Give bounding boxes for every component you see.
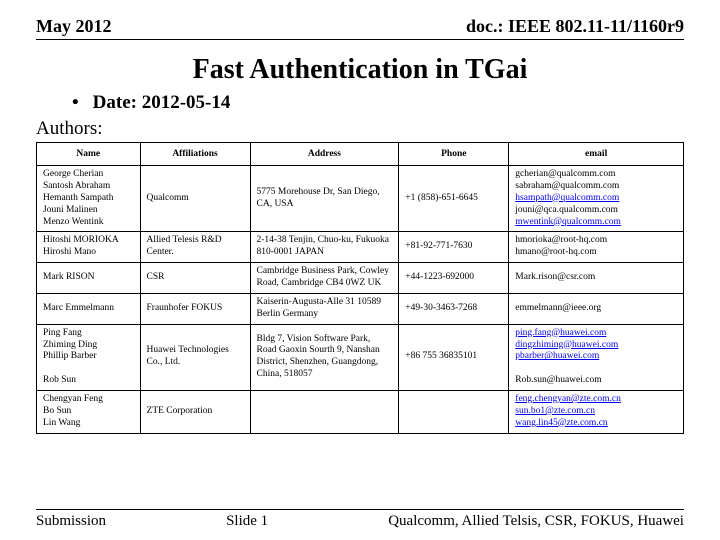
email[interactable]: dingzhiming@huawei.com [515, 340, 677, 352]
emails: feng.chengyan@zte.com.cnsun.bo1@zte.com.… [509, 391, 684, 434]
address [250, 391, 399, 434]
author-names: Ping FangZhiming DingPhillip Barber Rob … [37, 324, 141, 390]
emails: hmorioka@root-hq.comhmano@root-hq.com [509, 232, 684, 263]
date-label: Date: [93, 92, 137, 113]
email [515, 363, 677, 375]
slide-footer: Submission Slide 1 Qualcomm, Allied Tels… [36, 509, 684, 530]
author-name: Rob Sun [43, 375, 134, 387]
affiliation: ZTE Corporation [140, 391, 250, 434]
header-docnum: doc.: IEEE 802.11-11/1160r9 [466, 16, 684, 37]
col-name: Name [37, 143, 141, 166]
email: Mark.rison@csr.com [515, 272, 677, 284]
emails: emmelmann@ieee.org [509, 293, 684, 324]
author-name: Mark RISON [43, 272, 134, 284]
address: 5775 Morehouse Dr, San Diego, CA, USA [250, 166, 399, 232]
author-names: Hitoshi MORIOKAHiroshi Mano [37, 232, 141, 263]
table-row: Mark RISON CSRCambridge Business Park, Co… [37, 263, 684, 294]
author-name: Hemanth Sampath [43, 193, 134, 205]
address: Bldg 7, Vision Software Park, Road Gaoxi… [250, 324, 399, 390]
phone: +44-1223-692000 [399, 263, 509, 294]
author-name: Hiroshi Mano [43, 247, 134, 259]
slide-header: May 2012 doc.: IEEE 802.11-11/1160r9 [36, 16, 684, 40]
col-affil: Affiliations [140, 143, 250, 166]
author-name: Ping Fang [43, 328, 134, 340]
date-value: 2012-05-14 [142, 92, 231, 113]
slide-page: May 2012 doc.: IEEE 802.11-11/1160r9 Fas… [0, 0, 720, 540]
phone: +81-92-771-7630 [399, 232, 509, 263]
emails: ping.fang@huawei.comdingzhiming@huawei.c… [509, 324, 684, 390]
email[interactable]: sun.bo1@zte.com.cn [515, 406, 677, 418]
page-title: Fast Authentication in TGai [36, 54, 684, 86]
email: hmorioka@root-hq.com [515, 235, 677, 247]
author-name: Jouni Malinen [43, 205, 134, 217]
phone: +1 (858)-651-6645 [399, 166, 509, 232]
email: hmano@root-hq.com [515, 247, 677, 259]
footer-left: Submission [36, 513, 106, 530]
email[interactable]: pbarber@huawei.com [515, 351, 677, 363]
email[interactable]: ping.fang@huawei.com [515, 328, 677, 340]
author-name: Santosh Abraham [43, 181, 134, 193]
email: gcherian@qualcomm.com [515, 169, 677, 181]
author-names: George CherianSantosh AbrahamHemanth Sam… [37, 166, 141, 232]
phone [399, 391, 509, 434]
author-names: Mark RISON [37, 263, 141, 294]
table-row: Chengyan FengBo SunLin WangZTE Corporati… [37, 391, 684, 434]
header-date: May 2012 [36, 16, 112, 37]
author-name: Lin Wang [43, 418, 134, 430]
affiliation: CSR [140, 263, 250, 294]
emails: gcherian@qualcomm.comsabraham@qualcomm.c… [509, 166, 684, 232]
author-name: Phillip Barber [43, 351, 134, 363]
address: 2-14-38 Tenjin, Chuo-ku, Fukuoka 810-000… [250, 232, 399, 263]
author-name: Zhiming Ding [43, 340, 134, 352]
table-row: Hitoshi MORIOKAHiroshi ManoAllied Telesi… [37, 232, 684, 263]
email: emmelmann@ieee.org [515, 303, 677, 315]
email[interactable]: feng.chengyan@zte.com.cn [515, 394, 677, 406]
col-email: email [509, 143, 684, 166]
table-header-row: Name Affiliations Address Phone email [37, 143, 684, 166]
affiliation: Huawei Technologies Co., Ltd. [140, 324, 250, 390]
col-phone: Phone [399, 143, 509, 166]
author-name: Hitoshi MORIOKA [43, 235, 134, 247]
date-line: • Date: 2012-05-14 [72, 92, 684, 114]
footer-center: Slide 1 [226, 513, 268, 530]
address: Kaiserin-Augusta-Alle 31 10589 Berlin Ge… [250, 293, 399, 324]
address: Cambridge Business Park, Cowley Road, Ca… [250, 263, 399, 294]
email: jouni@qca.qualcomm.com [515, 205, 677, 217]
email: sabraham@qualcomm.com [515, 181, 677, 193]
author-name: Marc Emmelmann [43, 303, 134, 315]
affiliation: Allied Telesis R&D Center. [140, 232, 250, 263]
author-name: Chengyan Feng [43, 394, 134, 406]
emails: Mark.rison@csr.com [509, 263, 684, 294]
author-name: Bo Sun [43, 406, 134, 418]
author-name [43, 363, 134, 375]
author-names: Chengyan FengBo SunLin Wang [37, 391, 141, 434]
email: Rob.sun@huawei.com [515, 375, 677, 387]
phone: +49-30-3463-7268 [399, 293, 509, 324]
email[interactable]: mwentink@qualcomm.com [515, 217, 677, 229]
email[interactable]: hsampath@qualcomm.com [515, 193, 677, 205]
email[interactable]: wang.lin45@zte.com.cn [515, 418, 677, 430]
table-row: Marc Emmelmann Fraunhofer FOKUSKaiserin-A… [37, 293, 684, 324]
authors-label: Authors: [36, 118, 684, 140]
authors-table: Name Affiliations Address Phone email Ge… [36, 142, 684, 434]
table-row: Ping FangZhiming DingPhillip Barber Rob … [37, 324, 684, 390]
author-name: George Cherian [43, 169, 134, 181]
affiliation: Fraunhofer FOKUS [140, 293, 250, 324]
bullet-icon: • [72, 92, 79, 113]
author-name: Menzo Wentink [43, 217, 134, 229]
footer-right: Qualcomm, Allied Telsis, CSR, FOKUS, Hua… [388, 513, 684, 530]
author-names: Marc Emmelmann [37, 293, 141, 324]
phone: +86 755 36835101 [399, 324, 509, 390]
col-addr: Address [250, 143, 399, 166]
affiliation: Qualcomm [140, 166, 250, 232]
table-row: George CherianSantosh AbrahamHemanth Sam… [37, 166, 684, 232]
